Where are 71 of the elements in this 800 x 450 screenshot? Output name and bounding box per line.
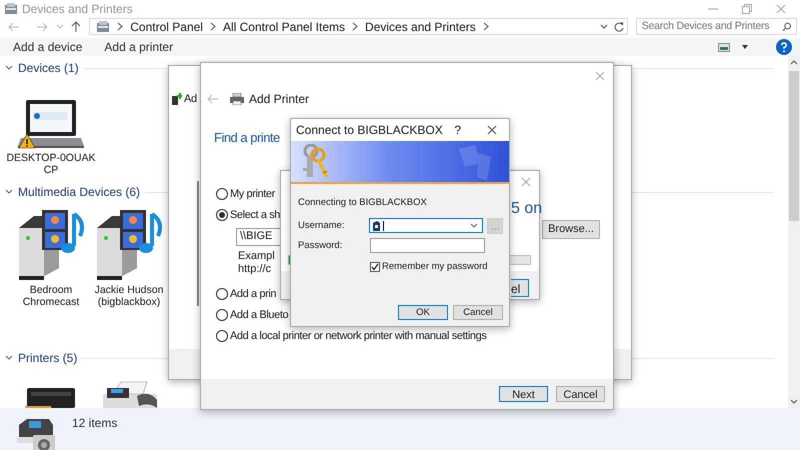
radio-button[interactable] — [216, 209, 228, 221]
scroll-up-icon[interactable] — [790, 60, 798, 65]
search-field[interactable]: Search Devices and Printers — [636, 18, 797, 35]
device-add-icon — [172, 93, 182, 106]
field-label: Username: — [298, 218, 346, 233]
checkbox[interactable] — [370, 262, 380, 272]
scroll-down-icon[interactable] — [790, 399, 798, 404]
breadcrumb-item[interactable]: Control Panel — [130, 18, 203, 36]
radio-button[interactable] — [216, 309, 228, 321]
scrollbar-thumb[interactable] — [789, 71, 799, 221]
breadcrumb-item[interactable]: All Control Panel Items — [222, 18, 346, 36]
help-icon[interactable] — [776, 39, 792, 55]
group-header[interactable]: Multimedia Devices (6) — [18, 183, 140, 201]
toolbar-button[interactable]: Add a printer — [104, 38, 174, 56]
collapse-chevron-icon[interactable] — [5, 355, 13, 361]
address-bar[interactable]: Control Panel All Control Panel Items Devices and Printers — [89, 18, 628, 35]
dialog-title: Ad — [184, 92, 197, 107]
example-text: http://c — [238, 262, 272, 276]
breadcrumb-item[interactable]: Devices and Printers — [365, 18, 476, 36]
scrollbar[interactable] — [788, 56, 800, 408]
wizard-title: Add Printer — [249, 91, 310, 108]
dropdown-icon[interactable] — [600, 24, 608, 30]
username-field[interactable] — [368, 218, 484, 234]
collapse-chevron-icon[interactable] — [5, 65, 13, 71]
group-header[interactable]: Printers (5) — [18, 349, 78, 367]
radio-button[interactable] — [216, 288, 228, 300]
field-label: Password: — [298, 238, 344, 253]
device-label[interactable]: DESKTOP-0OUAK CP — [5, 152, 99, 176]
chevron-icon — [351, 22, 360, 31]
browse-button[interactable]: Browse... — [542, 220, 600, 239]
cancel-button[interactable]: Cancel — [556, 386, 605, 402]
option-label[interactable]: Add a local printer or network printer with manual settings — [230, 328, 486, 344]
option-label[interactable]: Select a sh — [230, 206, 280, 224]
search-icon — [782, 22, 791, 32]
option-label[interactable]: Add a Blueto — [230, 306, 288, 324]
caret-icon[interactable] — [742, 45, 748, 49]
dialog-title: Connect to BIGBLACKBOX — [296, 122, 443, 139]
close-icon[interactable] — [487, 125, 497, 135]
cancel-button[interactable]: Cancel — [453, 304, 503, 320]
next-button[interactable]: Next — [499, 386, 548, 402]
radio-button[interactable] — [216, 188, 228, 200]
dropdown-icon[interactable] — [470, 223, 478, 228]
chevron-icon — [482, 22, 490, 31]
laptop-icon[interactable] — [18, 98, 84, 150]
checkbox-label[interactable]: Remember my password — [382, 260, 488, 274]
example-text: Exampl — [238, 250, 275, 262]
chevron-icon — [116, 22, 124, 31]
user-icon — [372, 220, 380, 231]
dialog-message: Connecting to BIGBLACKBOX — [298, 196, 428, 210]
option-label[interactable]: My printer — [230, 186, 275, 202]
printer-icon — [230, 93, 244, 105]
ok-button[interactable]: OK — [398, 304, 448, 320]
collapse-chevron-icon[interactable] — [5, 189, 13, 195]
text-cursor — [382, 220, 384, 231]
view-icon[interactable] — [718, 42, 730, 52]
radio-button[interactable] — [216, 330, 228, 342]
printer-camera-icon — [15, 417, 57, 450]
status-text: 12 items — [72, 415, 118, 432]
window-title: Devices and Printers — [22, 1, 133, 18]
toolbar-button[interactable]: Add a device — [13, 38, 82, 56]
chevron-icon — [208, 22, 217, 31]
dialog-heading: 5 on — [511, 199, 542, 219]
password-field[interactable] — [370, 238, 485, 254]
up-arrow-icon[interactable] — [71, 20, 82, 32]
refresh-icon[interactable] — [614, 22, 624, 32]
wizard-heading: Find a printe — [214, 129, 280, 147]
group-header[interactable]: Devices (1) — [18, 59, 79, 77]
cancel-button[interactable]: el — [511, 279, 529, 297]
option-label[interactable]: Add a prin — [230, 286, 276, 302]
help-button[interactable]: ? — [454, 121, 461, 139]
check-icon — [371, 263, 379, 272]
